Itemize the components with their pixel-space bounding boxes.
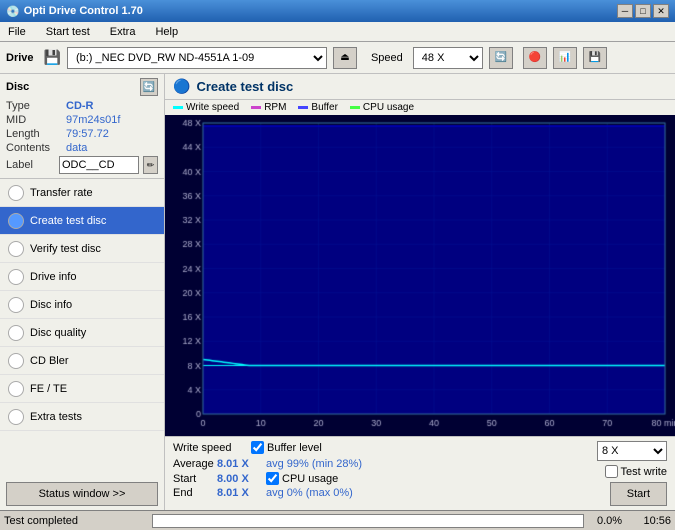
- refresh-drive-button[interactable]: 🔄: [489, 47, 513, 69]
- eject-button[interactable]: ⏏: [333, 47, 357, 69]
- disc-mid-val: 97m24s01f: [66, 114, 120, 126]
- legend-rpm: RPM: [264, 102, 286, 113]
- menu-file[interactable]: File: [4, 25, 30, 39]
- disc-label-edit-button[interactable]: ✏: [143, 156, 158, 174]
- legend-buffer-dot: [298, 106, 308, 109]
- close-button[interactable]: ✕: [653, 4, 669, 18]
- minimize-button[interactable]: ─: [617, 4, 633, 18]
- end-info: avg 0% (max 0%): [266, 487, 353, 499]
- legend-write-speed: Write speed: [186, 102, 239, 113]
- disc-type-val: CD-R: [66, 100, 94, 112]
- average-label: Average: [173, 458, 213, 470]
- disc-info-icon: [8, 297, 24, 313]
- menu-bar: File Start test Extra Help: [0, 22, 675, 42]
- content-title: Create test disc: [196, 79, 293, 94]
- start-val: 8.00 X: [217, 473, 262, 485]
- average-info: avg 99% (min 28%): [266, 458, 362, 470]
- drive-select[interactable]: (b:) _NEC DVD_RW ND-4551A 1-09: [67, 47, 327, 69]
- content-icon: 🔵: [173, 78, 190, 95]
- nav-item-disc-info[interactable]: Disc info: [0, 291, 164, 319]
- stats-area: Write speed Buffer level Average 8.01 X …: [165, 436, 675, 510]
- buffer-level-checkbox[interactable]: [251, 441, 264, 454]
- status-progress-bar: [152, 514, 584, 528]
- title-bar: 💿 Opti Drive Control 1.70 ─ □ ✕: [0, 0, 675, 22]
- status-text: Test completed: [4, 515, 144, 527]
- drive-icon: 💾: [44, 49, 61, 66]
- content-header: 🔵 Create test disc: [165, 74, 675, 100]
- toolbar-btn-3[interactable]: 💾: [583, 47, 607, 69]
- disc-contents-key: Contents: [6, 142, 66, 154]
- test-write-label: Test write: [621, 466, 667, 478]
- average-val: 8.01 X: [217, 458, 262, 470]
- disc-refresh-button[interactable]: 🔄: [140, 78, 158, 96]
- speed-label: Speed: [371, 52, 403, 64]
- transfer-rate-icon: [8, 185, 24, 201]
- nav-item-create-test-disc[interactable]: Create test disc: [0, 207, 164, 235]
- cd-bler-icon: [8, 353, 24, 369]
- nav-item-extra-tests[interactable]: Extra tests: [0, 403, 164, 431]
- nav-section: Transfer rate Create test disc Verify te…: [0, 179, 164, 478]
- legend-buffer: Buffer: [311, 102, 338, 113]
- status-window-button[interactable]: Status window >>: [6, 482, 158, 506]
- disc-length-val: 79:57.72: [66, 128, 109, 140]
- cpu-usage-checkbox[interactable]: [266, 472, 279, 485]
- menu-extra[interactable]: Extra: [106, 25, 140, 39]
- drive-label: Drive: [6, 52, 34, 64]
- legend: Write speed RPM Buffer CPU usage: [165, 100, 675, 115]
- menu-start-test[interactable]: Start test: [42, 25, 94, 39]
- disc-mid-key: MID: [6, 114, 66, 126]
- nav-item-fe-te[interactable]: FE / TE: [0, 375, 164, 403]
- start-label: Start: [173, 473, 213, 485]
- drive-bar: Drive 💾 (b:) _NEC DVD_RW ND-4551A 1-09 ⏏…: [0, 42, 675, 74]
- test-write-checkbox[interactable]: [605, 465, 618, 478]
- menu-help[interactable]: Help: [151, 25, 182, 39]
- disc-contents-val: data: [66, 142, 87, 154]
- nav-item-drive-info[interactable]: Drive info: [0, 263, 164, 291]
- legend-rpm-dot: [251, 106, 261, 109]
- chart-wrapper: [165, 115, 675, 436]
- nav-item-transfer-rate[interactable]: Transfer rate: [0, 179, 164, 207]
- legend-write-speed-dot: [173, 106, 183, 109]
- main-chart: [165, 115, 675, 436]
- disc-label-input[interactable]: [59, 156, 139, 174]
- write-speed-label: Write speed: [173, 442, 243, 454]
- start-button[interactable]: Start: [610, 482, 667, 506]
- write-speed-control[interactable]: 8 X: [597, 441, 667, 461]
- create-test-disc-icon: [8, 213, 24, 229]
- status-bar: Test completed 0.0% 10:56: [0, 510, 675, 530]
- nav-item-disc-quality[interactable]: Disc quality: [0, 319, 164, 347]
- nav-item-cd-bler[interactable]: CD Bler: [0, 347, 164, 375]
- maximize-button[interactable]: □: [635, 4, 651, 18]
- status-pct: 0.0%: [592, 515, 627, 527]
- sidebar: Disc 🔄 Type CD-R MID 97m24s01f Length 79…: [0, 74, 165, 510]
- disc-label-key: Label: [6, 159, 55, 171]
- cpu-usage-label: CPU usage: [282, 473, 338, 485]
- end-label: End: [173, 487, 213, 499]
- verify-test-disc-icon: [8, 241, 24, 257]
- legend-cpu: CPU usage: [363, 102, 414, 113]
- disc-quality-icon: [8, 325, 24, 341]
- legend-cpu-dot: [350, 106, 360, 109]
- drive-info-icon: [8, 269, 24, 285]
- disc-length-key: Length: [6, 128, 66, 140]
- app-title: Opti Drive Control 1.70: [24, 5, 143, 17]
- extra-tests-icon: [8, 409, 24, 425]
- disc-section: Disc 🔄 Type CD-R MID 97m24s01f Length 79…: [0, 74, 164, 179]
- speed-select[interactable]: 48 X: [413, 47, 483, 69]
- nav-item-verify-test-disc[interactable]: Verify test disc: [0, 235, 164, 263]
- status-time: 10:56: [631, 515, 671, 527]
- end-val: 8.01 X: [217, 487, 262, 499]
- content-area: 🔵 Create test disc Write speed RPM Buffe…: [165, 74, 675, 510]
- fe-te-icon: [8, 381, 24, 397]
- toolbar-btn-1[interactable]: 🔴: [523, 47, 547, 69]
- app-icon: 💿: [6, 5, 20, 18]
- buffer-level-label: Buffer level: [267, 442, 322, 454]
- disc-type-key: Type: [6, 100, 66, 112]
- toolbar-btn-2[interactable]: 📊: [553, 47, 577, 69]
- disc-title: Disc: [6, 81, 29, 93]
